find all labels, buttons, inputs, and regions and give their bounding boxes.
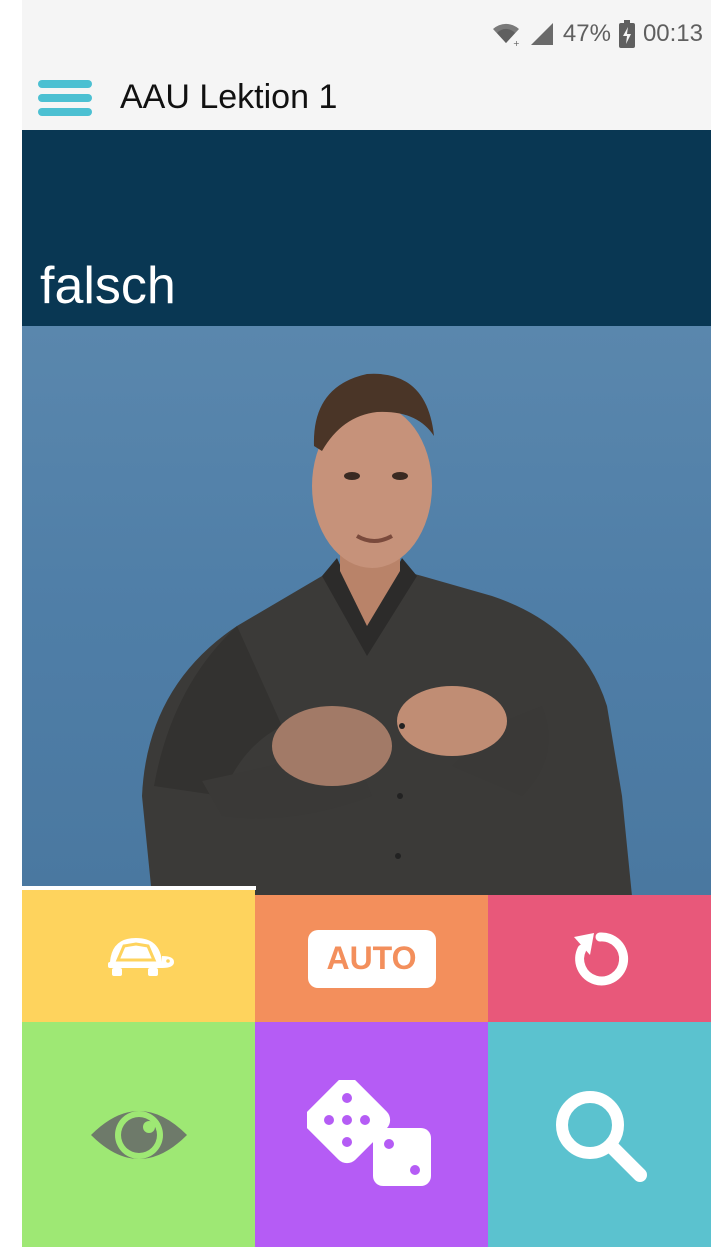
replay-icon (573, 931, 628, 985)
dice-icon (306, 1079, 431, 1186)
reveal-button[interactable] (22, 1022, 255, 1247)
auto-play-button[interactable]: AUTO (255, 895, 488, 1022)
slow-motion-button[interactable] (22, 890, 255, 1022)
battery-icon (618, 20, 635, 48)
app-title: AAU Lektion 1 (120, 78, 338, 116)
search-button[interactable] (488, 1022, 711, 1247)
hamburger-menu-icon[interactable] (38, 78, 92, 118)
status-bar: + 47% 00:13 (22, 0, 711, 68)
sign-video[interactable] (22, 326, 711, 896)
turtle-icon (107, 938, 174, 976)
eye-icon (90, 1110, 187, 1159)
battery-percent: 47% (562, 20, 611, 47)
auto-label: AUTO (307, 929, 436, 988)
status-icons: + 47% 00:13 (491, 14, 703, 54)
word-banner: falsch (22, 130, 711, 326)
wifi-icon: + (491, 21, 521, 47)
app-bar: AAU Lektion 1 (22, 68, 711, 130)
random-button[interactable] (255, 1022, 488, 1247)
signer-figure (142, 373, 632, 896)
replay-button[interactable] (488, 895, 711, 1022)
search-icon (555, 1090, 647, 1182)
clock: 00:13 (642, 20, 703, 47)
sign-word: falsch (40, 257, 176, 315)
svg-text:+: + (513, 39, 520, 47)
app-screen: + 47% 00:13 AAU Lektion 1 falsch AUTO (22, 0, 711, 1247)
signal-icon (529, 21, 555, 47)
